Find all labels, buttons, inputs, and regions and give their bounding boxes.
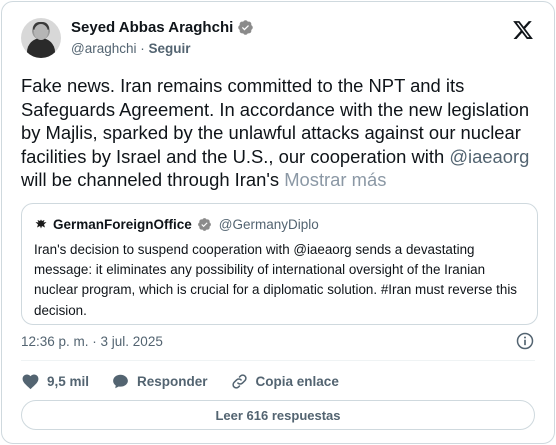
- follow-button[interactable]: Seguir: [149, 41, 191, 56]
- link-icon: [231, 373, 247, 389]
- action-bar: 9,5 mil Responder Copia enlace: [21, 370, 361, 392]
- reply-label: Responder: [137, 373, 208, 389]
- avatar-face: [34, 24, 48, 40]
- quoted-author-handle[interactable]: @GermanyDiplo: [219, 217, 319, 232]
- like-count: 9,5 mil: [47, 373, 90, 389]
- tweet-text-part-2: will be channeled through Iran's: [21, 169, 285, 190]
- heart-icon: [22, 374, 39, 389]
- tweet-header: Seyed Abbas Araghchi @araghchi · Seguir: [21, 15, 540, 61]
- german-eagle-icon: [35, 219, 47, 229]
- divider: [21, 360, 535, 361]
- author-display-name[interactable]: Seyed Abbas Araghchi: [71, 19, 233, 36]
- quoted-tweet-text: Iran's decision to suspend cooperation w…: [34, 242, 518, 318]
- verified-badge-icon: [238, 20, 254, 35]
- read-replies-button[interactable]: Leer 616 respuestas: [21, 400, 535, 430]
- quoted-tweet[interactable]: GermanForeignOffice @GermanyDiplo Iran's…: [21, 203, 538, 325]
- info-icon[interactable]: [515, 331, 535, 351]
- avatar-suit: [27, 38, 55, 58]
- author-handle-row: @araghchi · Seguir: [71, 41, 191, 56]
- verified-badge-icon: [197, 217, 211, 231]
- copy-link-label: Copia enlace: [255, 373, 339, 389]
- tweet-mention-link[interactable]: @iaeaorg: [449, 146, 529, 167]
- tweet-text: Fake news. Iran remains committed to the…: [21, 74, 541, 192]
- author-handle[interactable]: @araghchi: [71, 41, 137, 56]
- quoted-tweet-header: GermanForeignOffice @GermanyDiplo: [34, 214, 525, 234]
- quoted-author-name[interactable]: GermanForeignOffice: [53, 217, 192, 232]
- x-logo-icon[interactable]: [512, 19, 534, 41]
- tweet-timestamp[interactable]: 12:36 p. m. · 3 jul. 2025: [21, 334, 163, 349]
- tweet-card: Seyed Abbas Araghchi @araghchi · Seguir …: [1, 1, 555, 444]
- like-button[interactable]: 9,5 mil: [21, 372, 89, 391]
- show-more-link[interactable]: Mostrar más: [284, 169, 386, 190]
- avatar[interactable]: [21, 18, 61, 58]
- author-name-row: Seyed Abbas Araghchi: [71, 19, 254, 36]
- reply-button[interactable]: Responder: [111, 372, 208, 391]
- speech-bubble-icon: [113, 374, 128, 388]
- handle-separator: ·: [140, 41, 145, 56]
- copy-link-button[interactable]: Copia enlace: [230, 372, 339, 391]
